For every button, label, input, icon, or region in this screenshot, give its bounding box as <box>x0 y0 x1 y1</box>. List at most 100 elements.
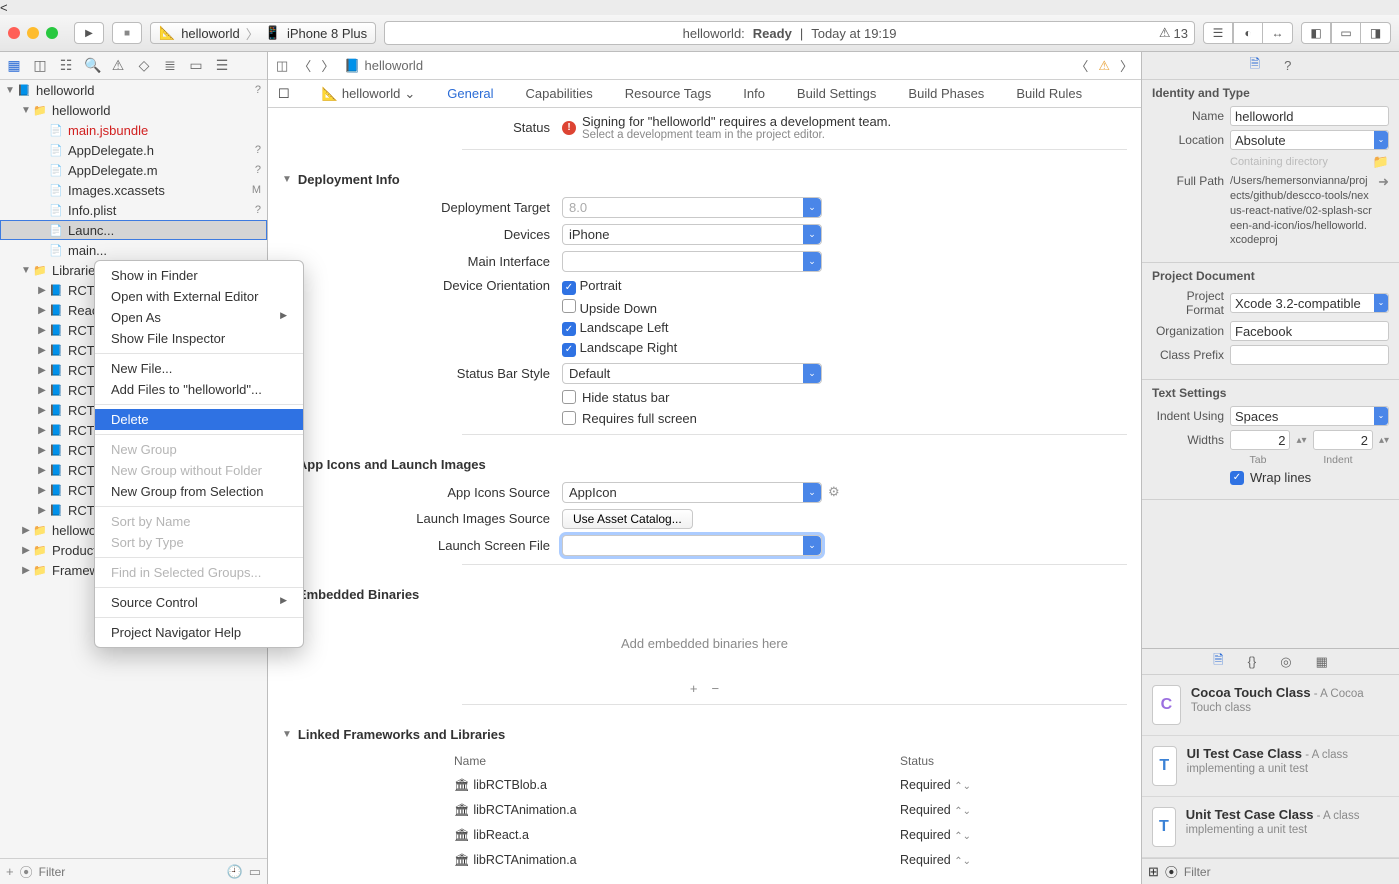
table-row[interactable]: libReact.aRequired ⌃⌄ <box>454 824 1010 847</box>
toggle-inspector-button[interactable]: ◨ <box>1361 22 1391 44</box>
help-inspector-icon[interactable]: ? <box>1284 58 1291 73</box>
class-prefix-field[interactable] <box>1230 345 1389 365</box>
deployment-section-header[interactable]: ▼ Deployment Info <box>282 172 1127 187</box>
table-row[interactable]: libRCTBlob.aRequired ⌃⌄ <box>454 774 1010 797</box>
debug-navigator-icon[interactable]: ≣ <box>162 57 178 74</box>
outline-toggle-icon[interactable]: ☐ <box>278 86 290 102</box>
issue-icon[interactable]: ⚠ <box>1098 58 1110 74</box>
context-menu-item[interactable]: New Group from Selection <box>95 481 303 502</box>
framework-status[interactable]: Required ⌃⌄ <box>900 774 1010 797</box>
tab-build-phases[interactable]: Build Phases <box>908 86 984 101</box>
version-editor-button[interactable]: ↔ <box>1263 22 1293 44</box>
orientation-checkbox[interactable]: ✓ <box>562 322 576 336</box>
prev-issue-icon[interactable]: 〈 <box>1075 56 1088 75</box>
context-menu-item[interactable]: Delete <box>95 409 303 430</box>
breakpoint-navigator-icon[interactable]: ▭ <box>188 57 204 74</box>
objects-icon[interactable]: ◎ <box>1280 654 1291 670</box>
context-menu-item[interactable]: Project Navigator Help <box>95 622 303 643</box>
minimize-window[interactable] <box>27 27 39 39</box>
organization-field[interactable]: Facebook <box>1230 321 1389 341</box>
framework-status[interactable]: Required ⌃⌄ <box>900 849 1010 872</box>
gear-icon[interactable]: ⚙ <box>828 484 840 500</box>
test-navigator-icon[interactable]: ◇ <box>136 57 152 74</box>
context-menu-item[interactable]: New File... <box>95 358 303 379</box>
standard-editor-button[interactable]: ☰ <box>1203 22 1233 44</box>
orientation-checkbox[interactable] <box>562 299 576 313</box>
indent-width-field[interactable]: 2 <box>1313 430 1373 450</box>
scheme-selector[interactable]: 📐 helloworld 〉 📱 iPhone 8 Plus <box>150 22 376 44</box>
warning-indicator[interactable]: ⚠︎ 13 <box>1159 25 1188 41</box>
code-snippets-icon[interactable]: {} <box>1248 654 1257 669</box>
launch-screen-combobox[interactable]: ⌄ <box>562 535 822 556</box>
toggle-debug-button[interactable]: ▭ <box>1331 22 1361 44</box>
library-item[interactable]: TUI Test Case Class - A class implementi… <box>1142 736 1399 797</box>
remove-embedded-button[interactable]: − <box>712 681 720 696</box>
file-inspector-icon[interactable]: 🗎 <box>1250 55 1260 77</box>
recent-filter-icon[interactable]: 🕘 <box>227 864 243 880</box>
tab-resource-tags[interactable]: Resource Tags <box>625 86 711 101</box>
report-navigator-icon[interactable]: ☰ <box>214 57 230 74</box>
deployment-target-combobox[interactable]: 8.0⌄ <box>562 197 822 218</box>
add-icon[interactable]: + <box>6 864 14 879</box>
indent-width-stepper[interactable]: ▴▾ <box>1379 435 1389 446</box>
nav-forward-icon[interactable]: 〉 <box>321 56 334 75</box>
tree-row[interactable]: ▼helloworld? <box>0 80 267 100</box>
target-selector[interactable]: 📐 helloworld ⌄ <box>322 86 416 102</box>
find-navigator-icon[interactable]: 🔍 <box>84 57 100 74</box>
folder-icon[interactable]: 📁 <box>1373 154 1389 170</box>
framework-status[interactable]: Required ⌃⌄ <box>900 799 1010 822</box>
issue-navigator-icon[interactable]: ⚠ <box>110 57 126 74</box>
toggle-navigator-button[interactable]: ◧ <box>1301 22 1331 44</box>
framework-status[interactable]: Required ⌃⌄ <box>900 824 1010 847</box>
requires-fullscreen-checkbox[interactable] <box>562 411 576 425</box>
embedded-section-header[interactable]: ▼ Embedded Binaries <box>282 587 1127 602</box>
indent-using-select[interactable]: Spaces⌄ <box>1230 406 1389 426</box>
use-asset-catalog-button[interactable]: Use Asset Catalog... <box>562 509 693 529</box>
library-item[interactable]: TUnit Test Case Class - A class implemen… <box>1142 797 1399 858</box>
linked-section-header[interactable]: ▼ Linked Frameworks and Libraries <box>282 727 1127 742</box>
tree-row[interactable]: Info.plist? <box>0 200 267 220</box>
library-item[interactable]: CCocoa Touch Class - A Cocoa Touch class <box>1142 675 1399 736</box>
stop-button[interactable] <box>112 22 142 44</box>
app-icons-source-combobox[interactable]: AppIcon⌄ <box>562 482 822 503</box>
context-menu-item[interactable]: Open with External Editor <box>95 286 303 307</box>
tab-build-rules[interactable]: Build Rules <box>1016 86 1082 101</box>
name-field[interactable]: helloworld <box>1230 106 1389 126</box>
project-format-select[interactable]: Xcode 3.2-compatible⌄ <box>1230 293 1389 313</box>
next-issue-icon[interactable]: 〉 <box>1120 56 1133 75</box>
source-control-navigator-icon[interactable]: ◫ <box>32 57 48 74</box>
main-interface-combobox[interactable]: ⌄ <box>562 251 822 272</box>
tab-general[interactable]: General <box>447 86 493 101</box>
table-row[interactable]: libRCTAnimation.aRequired ⌃⌄ <box>454 849 1010 872</box>
tab-info[interactable]: Info <box>743 86 765 101</box>
wrap-lines-checkbox[interactable]: ✓ <box>1230 471 1244 485</box>
related-items-icon[interactable]: ◫ <box>276 58 288 74</box>
symbol-navigator-icon[interactable]: ☷ <box>58 57 74 74</box>
context-menu-item[interactable]: Source Control <box>95 592 303 613</box>
orientation-checkbox[interactable]: ✓ <box>562 281 576 295</box>
context-menu-item[interactable]: Show in Finder <box>95 265 303 286</box>
tab-build-settings[interactable]: Build Settings <box>797 86 877 101</box>
jump-bar-crumbs[interactable]: 📘 helloworld <box>344 58 423 74</box>
nav-back-icon[interactable]: 〈 <box>298 56 311 75</box>
devices-combobox[interactable]: iPhone⌄ <box>562 224 822 245</box>
tree-row[interactable]: ▼helloworld <box>0 100 267 120</box>
context-menu-item[interactable]: Show File Inspector <box>95 328 303 349</box>
status-bar-combobox[interactable]: Default⌄ <box>562 363 822 384</box>
orientation-checkbox[interactable]: ✓ <box>562 343 576 357</box>
file-templates-icon[interactable]: 🗎 <box>1213 651 1223 673</box>
project-navigator-icon[interactable]: ▦ <box>6 57 22 74</box>
context-menu-item[interactable]: Add Files to "helloworld"... <box>95 379 303 400</box>
tree-row[interactable]: AppDelegate.m? <box>0 160 267 180</box>
reveal-arrow-icon[interactable]: ➜ <box>1378 174 1389 190</box>
tree-row[interactable]: main... <box>0 240 267 260</box>
library-filter-input[interactable] <box>1184 865 1393 879</box>
navigator-filter-input[interactable] <box>39 865 221 879</box>
location-select[interactable]: Absolute⌄ <box>1230 130 1389 150</box>
tree-row[interactable]: Images.xcassetsM <box>0 180 267 200</box>
run-button[interactable] <box>74 22 104 44</box>
tree-row[interactable]: main.jsbundle <box>0 120 267 140</box>
zoom-window[interactable] <box>46 27 58 39</box>
table-row[interactable]: libRCTAnimation.aRequired ⌃⌄ <box>454 799 1010 822</box>
hide-status-bar-checkbox[interactable] <box>562 390 576 404</box>
